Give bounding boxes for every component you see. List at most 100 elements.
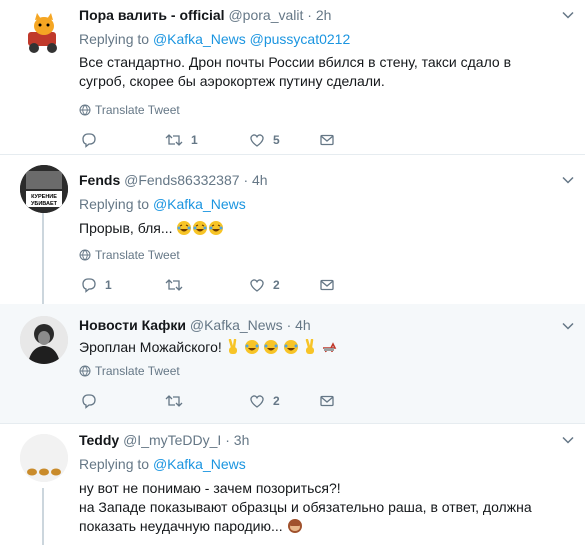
globe-icon (79, 104, 91, 116)
retweet-icon (165, 395, 183, 407)
chevron-down-icon[interactable] (561, 173, 575, 187)
thread-line (42, 488, 44, 545)
mention-link[interactable]: @Kafka_News @pussycat0212 (153, 31, 350, 47)
teddy-avatar-icon (20, 434, 68, 482)
display-name[interactable]: Fends (79, 172, 120, 188)
reply-button[interactable]: 1 (81, 277, 112, 293)
like-count: 2 (273, 394, 280, 408)
tweet-text: Эроплан Можайского! (79, 338, 559, 357)
retweet-icon (165, 134, 183, 146)
avatar[interactable] (20, 434, 68, 482)
like-count: 5 (273, 133, 280, 147)
translate-tweet-button[interactable]: Translate Tweet (79, 248, 180, 262)
envelope-icon (320, 279, 334, 291)
like-button[interactable]: 2 (249, 277, 280, 293)
separator: · (307, 7, 312, 23)
replying-to: Replying to @Kafka_News @pussycat0212 (79, 31, 350, 47)
replying-label: Replying to (79, 456, 150, 472)
separator: · (225, 432, 230, 448)
tweet-header: Пора валить - official @pora_valit · 2h (79, 7, 331, 23)
laughing-emoji-icon (193, 221, 208, 235)
like-count: 2 (273, 278, 280, 292)
tweet-actions: 2 (79, 393, 539, 413)
tweet-text: Все стандартно. Дрон почты России вбился… (79, 54, 512, 89)
chevron-down-icon[interactable] (561, 433, 575, 447)
avatar[interactable]: КУРЕНИЕ УБИВАЕТ (20, 165, 68, 213)
user-handle[interactable]: @I_myTeDDy_I (123, 432, 221, 448)
mention-link[interactable]: @Kafka_News (153, 196, 246, 212)
globe-icon (79, 365, 91, 377)
display-name[interactable]: Teddy (79, 432, 119, 448)
reply-button[interactable] (81, 132, 105, 148)
envelope-icon (320, 395, 334, 407)
avatar[interactable] (20, 10, 68, 58)
retweet-button[interactable] (165, 393, 191, 409)
display-name[interactable]: Пора валить - official (79, 7, 225, 23)
tweet-text: Прорыв, бля... (79, 219, 559, 238)
tears-of-joy-emoji-icon (284, 340, 299, 354)
reply-icon (82, 278, 96, 293)
retweet-icon (165, 279, 183, 291)
tweet-4[interactable]: Teddy @I_myTeDDy_I · 3h Replying to @Kaf… (0, 424, 585, 545)
replying-label: Replying to (79, 196, 150, 212)
dm-button[interactable] (319, 277, 335, 293)
heart-icon (250, 279, 264, 292)
tears-of-joy-emoji-icon (244, 340, 259, 354)
tweet-text-line-1: ну вот не понимаю - зачем позориться?! (79, 480, 341, 496)
like-button[interactable]: 2 (249, 393, 280, 409)
reply-icon (82, 394, 96, 409)
tweet-1[interactable]: Пора валить - official @pora_valit · 2h … (0, 0, 585, 155)
tweet-text-line-2: на Западе показывают образцы и обязатель… (79, 498, 549, 536)
replying-to: Replying to @Kafka_News (79, 196, 246, 212)
reply-button[interactable] (81, 393, 105, 409)
tweet-header: Fends @Fends86332387 · 4h (79, 172, 268, 188)
tweet-text-line-2-content: на Западе показывают образцы и обязатель… (79, 499, 532, 534)
translate-tweet-button[interactable]: Translate Tweet (79, 364, 180, 378)
tweet-text-content: Эроплан Можайского! (79, 339, 222, 355)
globe-icon (79, 249, 91, 261)
chevron-down-icon[interactable] (561, 8, 575, 22)
tweet-text-content: Прорыв, бля... (79, 220, 173, 236)
victory-hand-emoji-icon (228, 339, 237, 354)
laughing-emoji-icon (209, 221, 224, 235)
reply-count: 1 (105, 278, 112, 292)
tweet-2[interactable]: КУРЕНИЕ УБИВАЕТ Fends @Fends86332387 · 4… (0, 155, 585, 304)
reply-icon (82, 133, 96, 148)
translate-label: Translate Tweet (95, 103, 180, 117)
timestamp[interactable]: 4h (252, 172, 268, 188)
heart-icon (250, 395, 264, 408)
translate-tweet-button[interactable]: Translate Tweet (79, 103, 180, 117)
tweet-actions: 1 5 (79, 132, 539, 152)
user-handle[interactable]: @pora_valit (228, 7, 303, 23)
tweet-3[interactable]: Новости Кафки @Kafka_News · 4h Эроплан М… (0, 304, 585, 424)
airplane-emoji-icon (323, 342, 337, 353)
tweet-actions: 1 2 (79, 277, 539, 297)
laughing-emoji-icon (177, 221, 192, 235)
retweet-button[interactable] (165, 277, 191, 293)
heart-icon (250, 134, 264, 147)
tweet-header: Новости Кафки @Kafka_News · 4h (79, 317, 311, 333)
replying-to: Replying to @Kafka_News (79, 456, 246, 472)
user-handle[interactable]: @Fends86332387 (124, 172, 239, 188)
display-name[interactable]: Новости Кафки (79, 317, 186, 333)
avatar[interactable] (20, 316, 68, 364)
cat-avatar-icon (20, 10, 68, 58)
tweet-text: ну вот не понимаю - зачем позориться?! н… (79, 479, 549, 536)
see-no-evil-monkey-emoji-icon (287, 519, 302, 533)
user-handle[interactable]: @Kafka_News (190, 317, 283, 333)
timestamp[interactable]: 3h (234, 432, 250, 448)
avatar-text-1: КУРЕНИЕ (31, 194, 57, 200)
retweet-button[interactable]: 1 (165, 132, 198, 148)
dm-button[interactable] (319, 132, 335, 148)
timestamp[interactable]: 2h (316, 7, 332, 23)
chevron-down-icon[interactable] (561, 319, 575, 333)
replying-label: Replying to (79, 31, 150, 47)
tears-of-joy-emoji-icon (264, 340, 279, 354)
mention-link[interactable]: @Kafka_News (153, 456, 246, 472)
dm-button[interactable] (319, 393, 335, 409)
portrait-avatar-icon (20, 316, 68, 364)
timestamp[interactable]: 4h (295, 317, 311, 333)
like-button[interactable]: 5 (249, 132, 280, 148)
translate-label: Translate Tweet (95, 248, 180, 262)
victory-hand-emoji-icon (305, 339, 315, 354)
